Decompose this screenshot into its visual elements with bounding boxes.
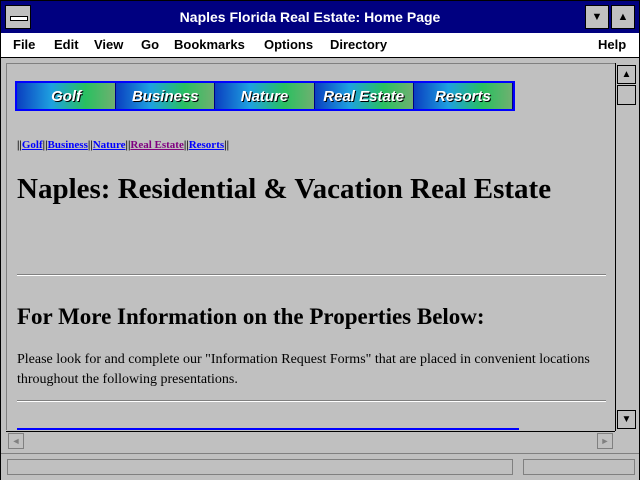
page-subheading: For More Information on the Properties B… [17,304,485,329]
title-bar[interactable]: Naples Florida Real Estate: Home Page ▼ … [1,1,639,33]
nav-link-resorts[interactable]: Resorts [189,139,224,151]
nav-link-business[interactable]: Business [48,139,88,151]
scroll-thumb[interactable] [617,85,636,105]
nav-banner: Golf Business Nature Real Estate Resorts [15,81,515,111]
banner-nature-button[interactable]: Nature [215,83,315,109]
banner-business-button[interactable]: Business [116,83,216,109]
divider [17,274,606,276]
menu-edit[interactable]: Edit [54,37,79,52]
menu-view[interactable]: View [94,37,123,52]
banner-golf-button[interactable]: Golf [17,83,117,109]
menu-file[interactable]: File [13,37,35,52]
banner-real-estate-button[interactable]: Real Estate [314,83,414,109]
menu-bookmarks[interactable]: Bookmarks [174,37,245,52]
minimize-button[interactable]: ▼ [585,5,609,29]
menu-options[interactable]: Options [264,37,313,52]
nav-link-golf[interactable]: Golf [22,139,43,151]
browser-window: Naples Florida Real Estate: Home Page ▼ … [0,0,640,480]
nav-separator: || [224,139,229,151]
scroll-right-button[interactable]: ► [597,433,613,449]
maximize-button[interactable]: ▲ [611,5,635,29]
vertical-scrollbar[interactable]: ▲ ▼ [615,63,637,431]
status-message-field [7,459,513,475]
text-nav: ||Golf||Business||Nature||Real Estate||R… [17,139,229,151]
scroll-down-button[interactable]: ▼ [617,410,636,429]
progress-field [523,459,635,475]
menu-go[interactable]: Go [141,37,159,52]
next-banner-edge [17,428,519,430]
scroll-up-button[interactable]: ▲ [617,65,636,84]
system-menu-button[interactable] [5,5,31,29]
menu-directory[interactable]: Directory [330,37,387,52]
info-paragraph: Please look for and complete our "Inform… [17,352,590,387]
banner-resorts-button[interactable]: Resorts [413,83,514,109]
page-heading: Naples: Residential & Vacation Real Esta… [17,173,552,205]
window-title: Naples Florida Real Estate: Home Page [179,9,441,25]
divider [17,400,606,402]
page-content: Golf Business Nature Real Estate Resorts… [6,63,616,430]
status-bar [1,453,639,480]
menu-help[interactable]: Help [598,37,626,52]
nav-link-real-estate[interactable]: Real Estate [130,139,183,151]
system-menu-icon [10,16,28,21]
horizontal-scrollbar[interactable]: ◄ ► [6,431,615,451]
scroll-left-button[interactable]: ◄ [8,433,24,449]
menu-bar: File Edit View Go Bookmarks Options Dire… [1,33,639,58]
nav-link-nature[interactable]: Nature [93,139,126,151]
